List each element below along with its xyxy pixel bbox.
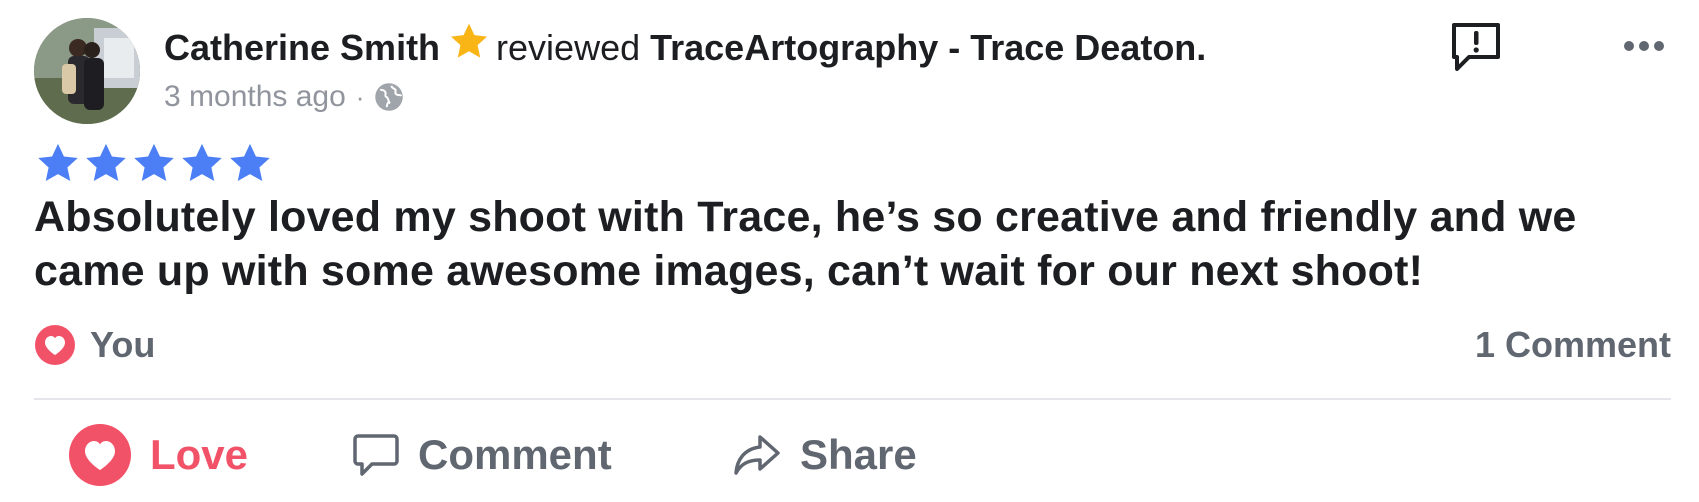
meta-separator: · xyxy=(355,81,365,112)
report-icon[interactable] xyxy=(1449,20,1503,74)
divider xyxy=(34,398,1671,400)
rating-star-icon xyxy=(182,143,222,182)
globe-icon xyxy=(374,82,404,112)
timestamp[interactable]: 3 months ago xyxy=(164,80,346,114)
share-button[interactable]: Share xyxy=(732,420,917,490)
reactions-label: You xyxy=(90,324,156,365)
comment-label: Comment xyxy=(418,431,612,478)
star-rating xyxy=(34,141,274,187)
review-header: Catherine Smith reviewed TraceArtography… xyxy=(164,22,1206,74)
rating-star-icon xyxy=(230,143,270,182)
author-name[interactable]: Catherine Smith xyxy=(164,22,440,74)
page-name-link[interactable]: TraceArtography - Trace Deaton. xyxy=(650,22,1206,74)
comment-icon xyxy=(353,434,399,476)
post-meta: 3 months ago · xyxy=(164,77,404,117)
review-verb: reviewed xyxy=(496,27,641,68)
rating-star-icon xyxy=(86,143,126,182)
star-badge-icon xyxy=(448,21,490,63)
share-label: Share xyxy=(800,431,917,478)
love-icon xyxy=(69,424,131,486)
more-options-icon[interactable] xyxy=(1620,30,1668,62)
love-label: Love xyxy=(150,431,249,478)
love-button[interactable]: Love xyxy=(68,420,248,490)
review-text: Absolutely loved my shoot with Trace, he… xyxy=(34,193,1577,295)
share-icon xyxy=(734,435,780,475)
rating-star-icon xyxy=(38,143,78,182)
comment-button[interactable]: Comment xyxy=(352,420,612,490)
comment-count-link[interactable]: 1 Comment xyxy=(1475,322,1671,368)
rating-star-icon xyxy=(134,143,174,182)
reactions-summary[interactable]: You xyxy=(34,322,155,368)
love-reaction-icon xyxy=(35,325,75,365)
avatar[interactable] xyxy=(34,18,140,124)
